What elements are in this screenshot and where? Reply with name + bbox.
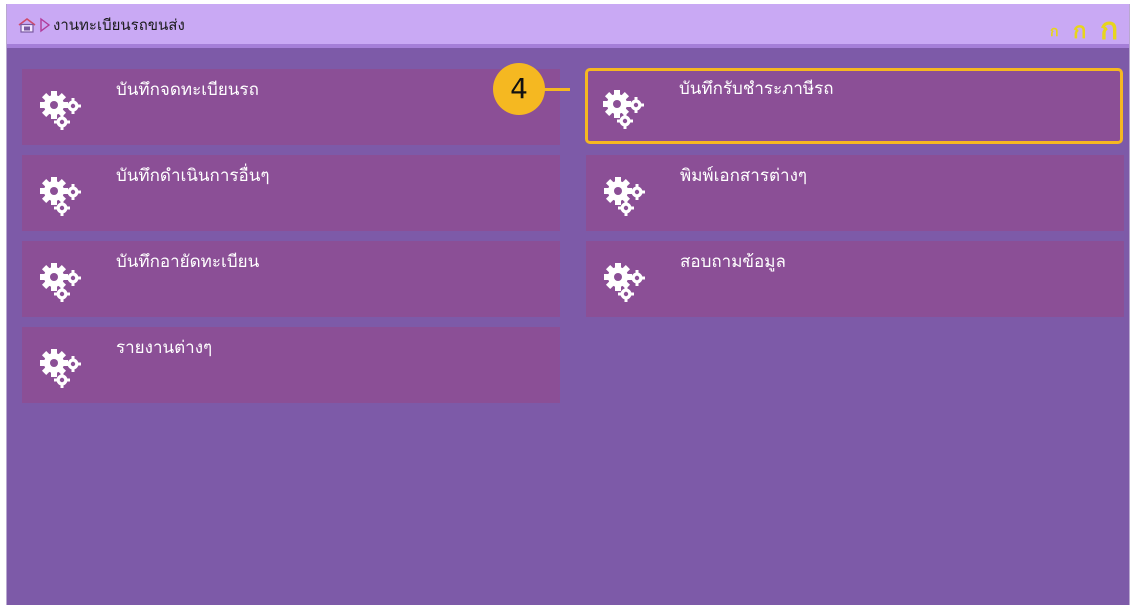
- home-icon[interactable]: [17, 17, 37, 33]
- breadcrumb: งานทะเบียนรถขนส่ง: [53, 16, 185, 34]
- gears-icon: [40, 175, 88, 219]
- menu-tile-print-documents[interactable]: พิมพ์เอกสารต่างๆ: [586, 155, 1124, 231]
- gears-icon: [40, 261, 88, 305]
- callout-connector: [544, 88, 570, 91]
- step-callout-badge: 4: [493, 63, 545, 115]
- menu-tile-inquiry[interactable]: สอบถามข้อมูล: [586, 241, 1124, 317]
- gears-icon: [40, 347, 88, 391]
- menu-tile-label: บันทึกจดทะเบียนรถ: [116, 80, 259, 100]
- menu-tile-label: บันทึกอายัดทะเบียน: [116, 252, 260, 272]
- menu-tile-label: รายงานต่างๆ: [116, 338, 213, 358]
- menu-tile-label: พิมพ์เอกสารต่างๆ: [680, 166, 808, 186]
- gears-icon: [40, 89, 88, 133]
- font-size-small-button[interactable]: ก: [1050, 21, 1058, 43]
- font-size-medium-button[interactable]: ก: [1073, 13, 1086, 48]
- triangle-right-icon: [39, 17, 51, 33]
- top-bar: งานทะเบียนรถขนส่ง ก ก ก: [7, 4, 1129, 48]
- menu-tile-label: บันทึกรับชำระภาษีรถ: [679, 79, 834, 99]
- menu-tile-register-vehicle[interactable]: บันทึกจดทะเบียนรถ: [22, 69, 560, 145]
- gears-icon: [603, 88, 651, 132]
- font-size-large-button[interactable]: ก: [1100, 6, 1118, 53]
- menu-tile-reports[interactable]: รายงานต่างๆ: [22, 327, 560, 403]
- gears-icon: [604, 175, 652, 219]
- menu-tile-label: สอบถามข้อมูล: [680, 252, 786, 272]
- menu-tile-label: บันทึกดำเนินการอื่นๆ: [116, 166, 270, 186]
- menu-tile-other-operations[interactable]: บันทึกดำเนินการอื่นๆ: [22, 155, 560, 231]
- menu-tile-seize-registration[interactable]: บันทึกอายัดทะเบียน: [22, 241, 560, 317]
- gears-icon: [604, 261, 652, 305]
- menu-tile-tax-payment[interactable]: บันทึกรับชำระภาษีรถ: [585, 68, 1123, 144]
